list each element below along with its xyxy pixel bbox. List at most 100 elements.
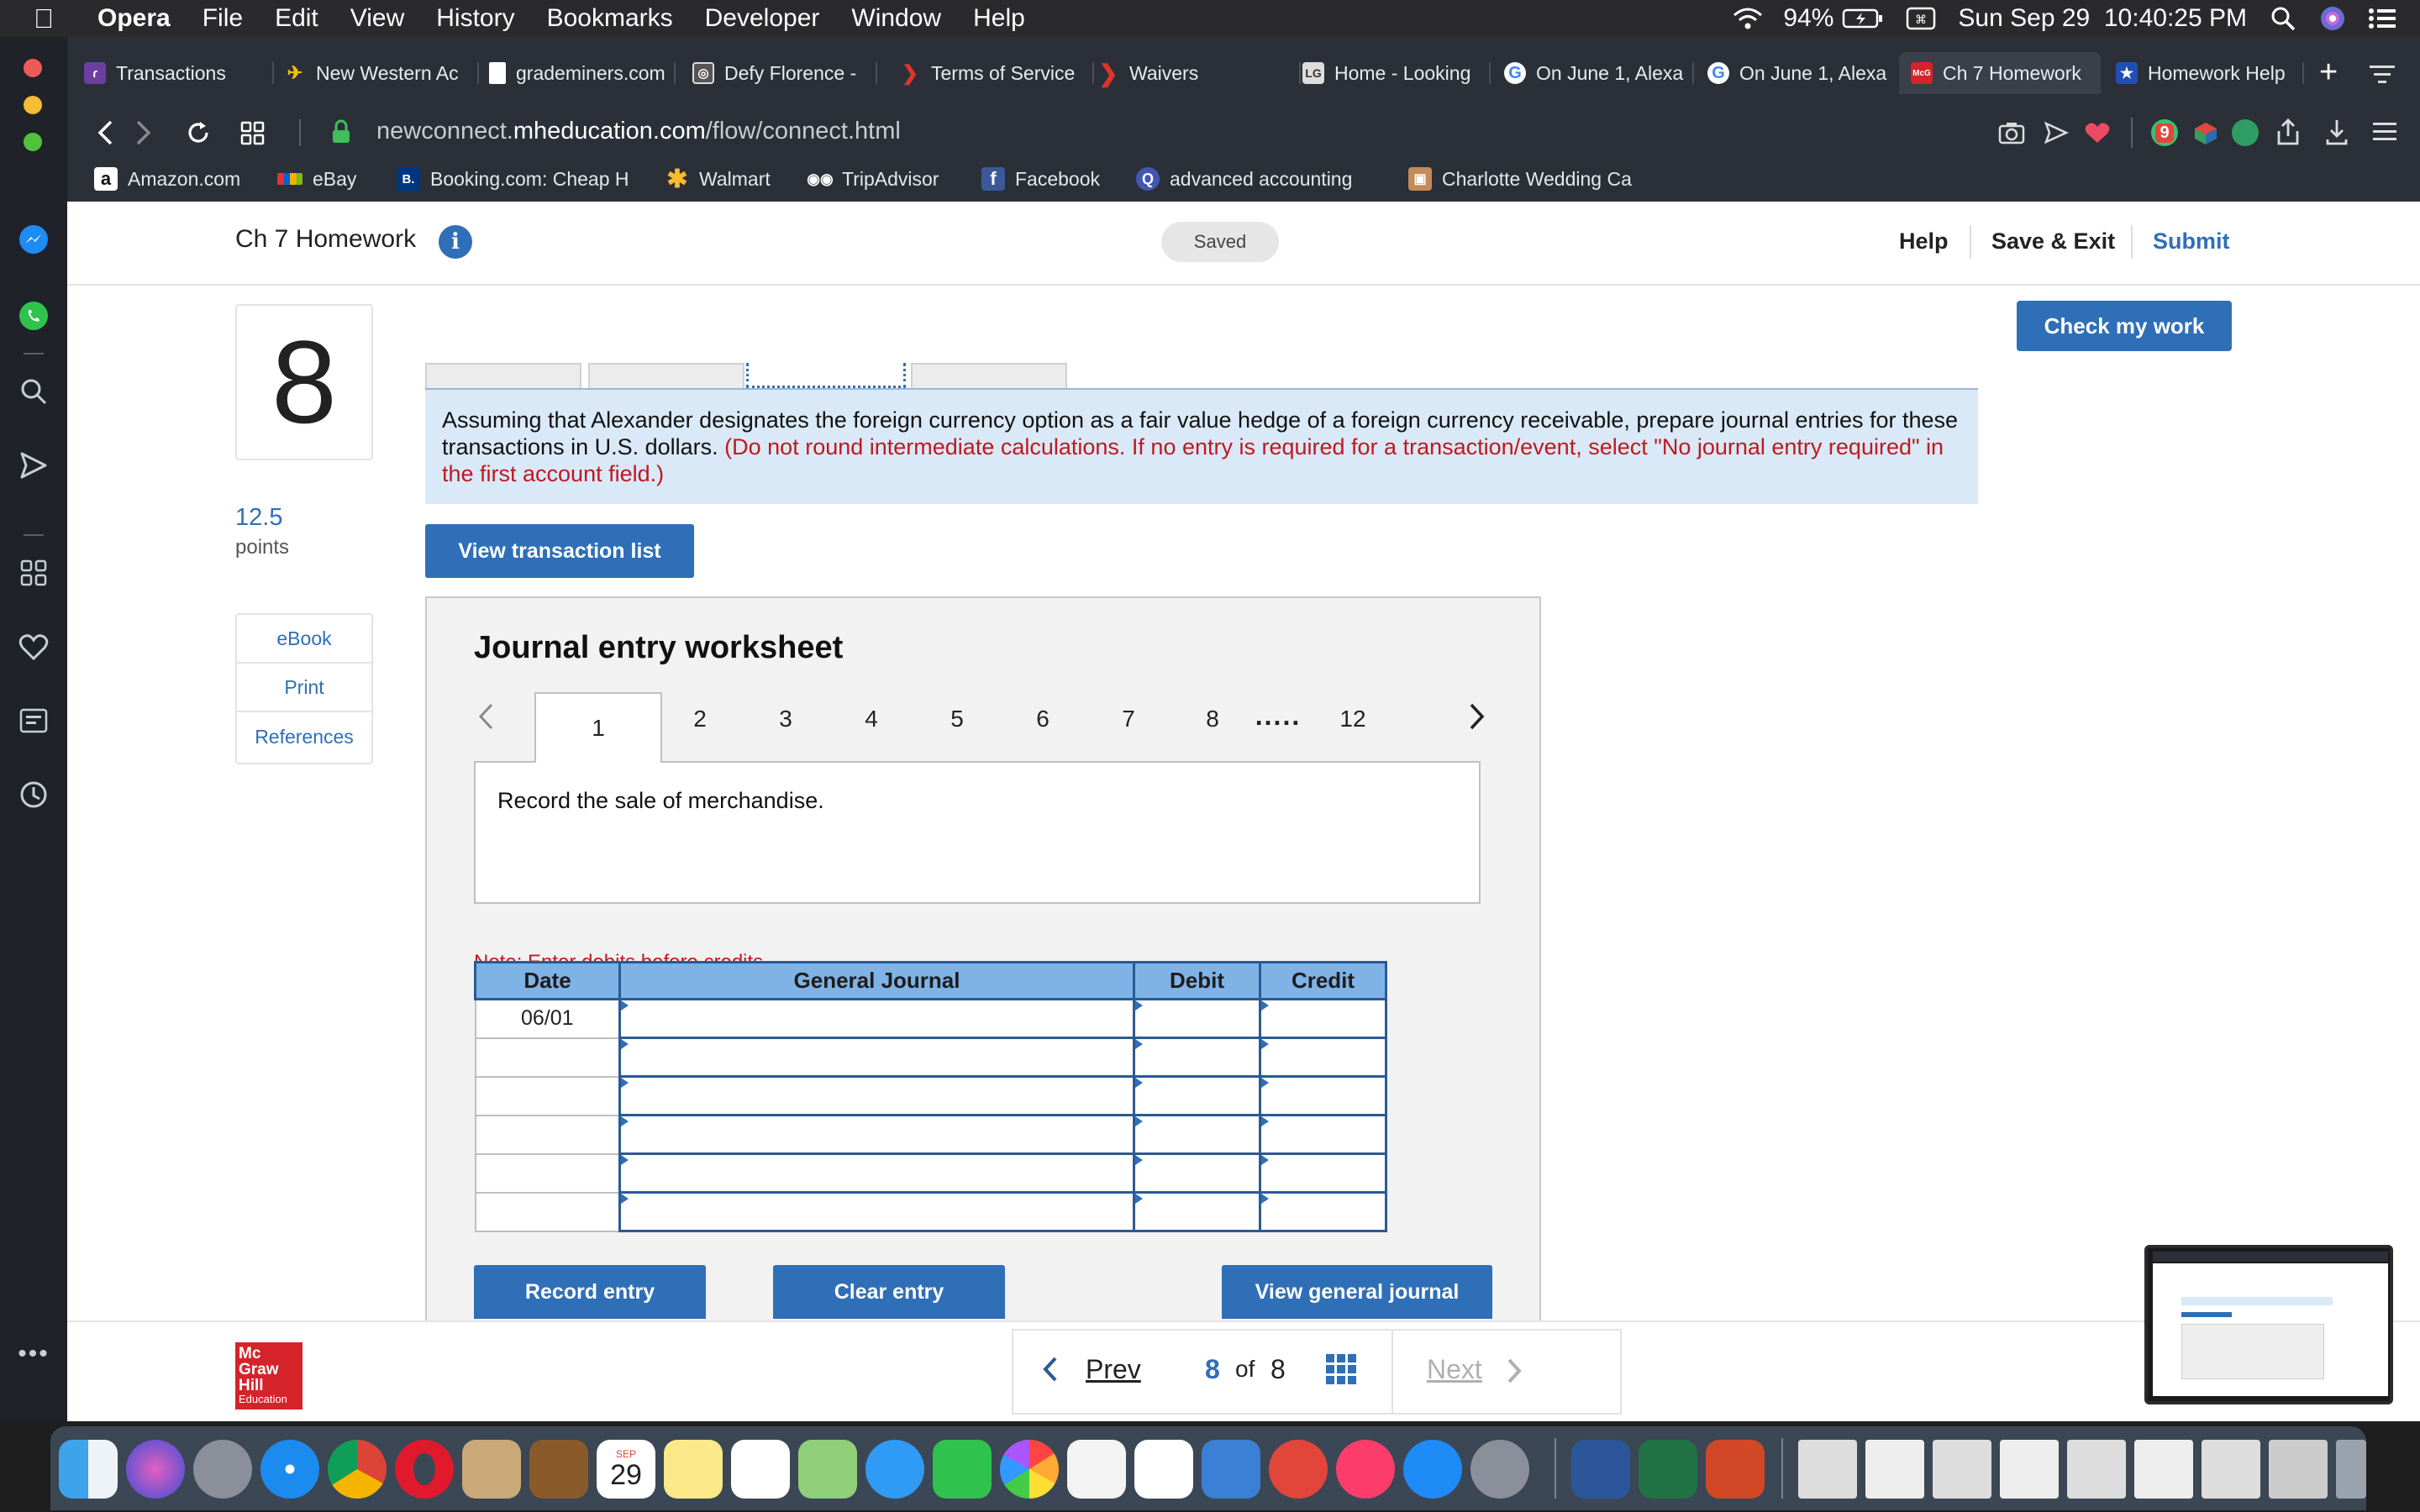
account-cell[interactable] xyxy=(618,998,1135,1039)
keynote-icon[interactable] xyxy=(1202,1440,1260,1499)
account-cell[interactable] xyxy=(618,1075,1135,1116)
keyboard-icon[interactable]: ⌘ xyxy=(1906,7,1936,30)
reminders-icon[interactable] xyxy=(731,1440,790,1499)
next-link[interactable]: Next xyxy=(1427,1354,1482,1385)
search-icon[interactable] xyxy=(17,375,50,408)
print-link[interactable]: Print xyxy=(237,664,371,712)
maps-icon[interactable] xyxy=(798,1440,857,1499)
whatsapp-icon[interactable] xyxy=(17,299,50,333)
speed-dial-icon[interactable] xyxy=(17,556,50,590)
debit-cell[interactable] xyxy=(1133,1114,1261,1155)
chrome-icon[interactable] xyxy=(328,1440,387,1499)
check-my-work-button[interactable]: Check my work xyxy=(2017,301,2232,351)
date-cell[interactable] xyxy=(474,1114,621,1155)
account-cell[interactable] xyxy=(618,1114,1135,1155)
worksheet-tab-6[interactable]: 6 xyxy=(1013,706,1072,732)
bookmark-charlotte-wedding[interactable]: ▣ Charlotte Wedding Ca xyxy=(1408,165,1728,193)
minimized-window-icon[interactable] xyxy=(2269,1440,2328,1499)
minimized-window-icon[interactable] xyxy=(2202,1440,2260,1499)
account-cell[interactable] xyxy=(618,1037,1135,1078)
tab-terms-of-service[interactable]: ❯ Terms of Service xyxy=(899,52,1092,94)
tab-home-looking[interactable]: LG Home - Looking xyxy=(1302,52,1487,94)
bookmark-facebook[interactable]: f Facebook xyxy=(981,165,1100,193)
scenario-tab[interactable] xyxy=(425,363,581,388)
messages-bubble-icon[interactable] xyxy=(865,1440,924,1499)
bookmark-walmart[interactable]: ✱ Walmart xyxy=(666,165,770,193)
flow-send-icon[interactable] xyxy=(17,449,50,482)
credit-cell[interactable] xyxy=(1259,1037,1387,1078)
prev-link[interactable]: Prev xyxy=(1086,1354,1141,1385)
date-cell[interactable] xyxy=(474,1075,621,1116)
tab-defy-florence[interactable]: ◎ Defy Florence - xyxy=(692,52,876,94)
view-transaction-list-button[interactable]: View transaction list xyxy=(425,524,694,578)
spotlight-search-icon[interactable] xyxy=(2270,6,2296,31)
opera-icon[interactable] xyxy=(395,1440,454,1499)
info-icon[interactable]: i xyxy=(439,225,472,259)
photos-icon[interactable] xyxy=(1000,1440,1059,1499)
facetime-icon[interactable] xyxy=(933,1440,992,1499)
new-tab-plus-icon[interactable]: + xyxy=(2319,55,2338,89)
debit-cell[interactable] xyxy=(1133,1037,1261,1078)
bookmark-advanced-accounting[interactable]: Qadvanced accounting xyxy=(1136,165,1439,193)
extension-cube-icon[interactable] xyxy=(2193,121,2218,146)
reload-icon[interactable] xyxy=(185,119,212,146)
window-zoom-button[interactable] xyxy=(24,133,42,151)
scenario-tab-active[interactable] xyxy=(746,363,906,388)
record-entry-button[interactable]: Record entry xyxy=(474,1265,706,1319)
system-preferences-gear-icon[interactable] xyxy=(1470,1440,1529,1499)
tab-waivers[interactable]: ❯ Waivers xyxy=(1097,52,1299,94)
apple-icon[interactable]:  xyxy=(34,3,54,34)
bookmark-booking[interactable]: B. Booking.com: Cheap H xyxy=(397,165,629,193)
minimized-window-icon[interactable] xyxy=(2134,1440,2193,1499)
preview-icon[interactable] xyxy=(462,1440,521,1499)
bookmark-tripadvisor[interactable]: ◉◉ TripAdvisor xyxy=(807,165,939,193)
window-minimize-button[interactable] xyxy=(24,96,42,114)
launchpad-rocket-icon[interactable] xyxy=(193,1440,252,1499)
heart-icon[interactable] xyxy=(17,630,50,664)
back-chevron-icon[interactable] xyxy=(96,119,114,146)
word-icon[interactable] xyxy=(1571,1440,1630,1499)
download-icon[interactable] xyxy=(2324,118,2349,146)
menu-view[interactable]: View xyxy=(350,4,404,33)
numbers-chart-icon[interactable] xyxy=(1134,1440,1193,1499)
menu-help[interactable]: Help xyxy=(973,4,1025,33)
credit-cell[interactable] xyxy=(1259,1152,1387,1194)
worksheet-tab-2[interactable]: 2 xyxy=(671,706,729,732)
safari-compass-icon[interactable] xyxy=(260,1440,319,1499)
battery-icon[interactable] xyxy=(1842,8,1884,29)
date-cell[interactable] xyxy=(474,1191,621,1232)
debit-cell[interactable] xyxy=(1133,1191,1261,1232)
menu-window[interactable]: Window xyxy=(851,4,941,33)
scenario-tab[interactable] xyxy=(588,363,744,388)
url-field[interactable]: newconnect.mheducation.com/flow/connect.… xyxy=(376,118,901,145)
menu-history[interactable]: History xyxy=(436,4,514,33)
menu-app-name[interactable]: Opera xyxy=(97,4,171,33)
heart-bookmark-icon[interactable] xyxy=(2084,121,2111,144)
notes-icon[interactable] xyxy=(664,1440,723,1499)
news-icon[interactable] xyxy=(17,704,50,738)
help-link[interactable]: Help xyxy=(1899,228,1949,255)
no-entry-icon[interactable] xyxy=(1269,1440,1328,1499)
worksheet-next-chevron-icon[interactable] xyxy=(1469,702,1486,731)
tab-transactions[interactable]: ɾ Transactions xyxy=(84,52,272,94)
references-link[interactable]: References xyxy=(237,712,371,761)
tab-ch7-homework[interactable]: McG Ch 7 Homework xyxy=(1899,52,2101,94)
credit-cell[interactable] xyxy=(1259,1191,1387,1232)
tab-new-western[interactable]: ✈ New Western Ac xyxy=(284,52,477,94)
lock-icon[interactable] xyxy=(331,119,351,144)
menu-edit[interactable]: Edit xyxy=(275,4,318,33)
messenger-icon[interactable] xyxy=(17,223,50,257)
scenario-tab[interactable] xyxy=(911,363,1067,388)
worksheet-tab-1[interactable]: 1 xyxy=(534,692,662,763)
notefile-icon[interactable] xyxy=(529,1440,588,1499)
calendar-icon[interactable]: SEP 29 xyxy=(597,1440,655,1499)
screenshot-thumbnail[interactable] xyxy=(2144,1245,2393,1404)
music-note-icon[interactable] xyxy=(1336,1440,1395,1499)
bookmark-amazon[interactable]: a Amazon.com xyxy=(94,165,240,193)
ebook-link[interactable]: eBook xyxy=(237,615,371,664)
minimized-window-icon[interactable] xyxy=(1798,1440,1857,1499)
bookmark-ebay[interactable]: eBay xyxy=(277,165,356,193)
date-cell[interactable] xyxy=(474,1152,621,1194)
debit-cell[interactable] xyxy=(1133,1075,1261,1116)
submit-link[interactable]: Submit xyxy=(2153,228,2230,255)
